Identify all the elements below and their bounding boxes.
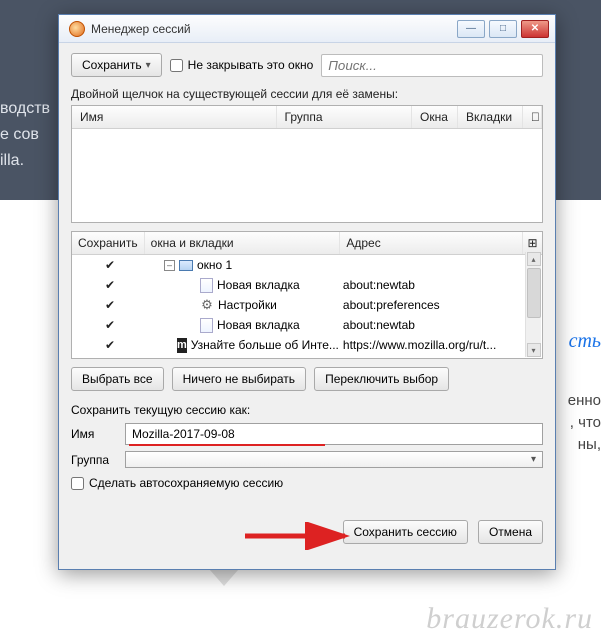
side-text-3: ны, [578,436,601,453]
col-save[interactable]: Сохранить [72,232,145,254]
session-manager-dialog: Менеджер сессий — □ ✕ Сохранить ▾ Не зак… [58,14,556,570]
autosave-checkbox[interactable]: Сделать автосохраняемую сессию [71,476,543,490]
minimize-button[interactable]: — [457,20,485,38]
mozilla-icon: m [177,338,187,353]
sessions-list-header: Имя Группа Окна Вкладки �⃞ [72,106,542,129]
tree-row-tab[interactable]: ✔ m Узнайте больше об Инте... https://ww… [72,335,542,355]
dont-close-label: Не закрывать это окно [188,58,314,72]
autosave-checkbox-input[interactable] [71,477,84,490]
bg-text-1: водств [0,100,50,118]
scroll-down-button[interactable]: ▾ [527,343,541,357]
select-none-button[interactable]: Ничего не выбирать [172,367,306,391]
close-button[interactable]: ✕ [521,20,549,38]
tab-label: Узнайте больше об Инте... [191,338,339,352]
search-input[interactable] [321,54,543,77]
row-checkmark[interactable]: ✔ [74,318,146,332]
chevron-down-icon: ▾ [146,60,151,71]
save-dropdown-button[interactable]: Сохранить ▾ [71,53,162,77]
col-address[interactable]: Адрес [340,232,522,254]
cancel-button[interactable]: Отмена [478,520,543,544]
col-group[interactable]: Группа [277,106,412,128]
group-label: Группа [71,453,117,467]
tab-address: https://www.mozilla.org/ru/t... [339,338,522,352]
col-windows-tabs[interactable]: окна и вкладки [145,232,341,254]
save-session-button[interactable]: Сохранить сессию [343,520,468,544]
cancel-label: Отмена [489,525,532,539]
tree-row-tab[interactable]: ✔ Новая вкладка about:newtab [72,315,542,335]
wt-list-body: ✔ – окно 1 ✔ Новая вкладка [72,255,542,358]
tab-address: about:newtab [339,318,522,332]
group-select[interactable]: ▾ [125,451,543,468]
windows-tabs-list[interactable]: Сохранить окна и вкладки Адрес ⊞ ✔ – окн… [71,231,543,359]
row-checkmark[interactable]: ✔ [74,278,146,292]
tab-label: Новая вкладка [217,278,300,292]
tree-row-tab[interactable]: ✔ Новая вкладка about:newtab [72,275,542,295]
gear-icon: ⚙ [200,298,214,312]
page-icon [200,318,213,333]
autosave-label: Сделать автосохраняемую сессию [89,476,283,490]
col-tabs[interactable]: Вкладки [458,106,522,128]
page-icon [200,278,213,293]
tab-label: Новая вкладка [217,318,300,332]
wt-list-header: Сохранить окна и вкладки Адрес ⊞ [72,232,542,255]
col-picker-icon-2[interactable]: ⊞ [522,232,542,254]
row-checkmark[interactable]: ✔ [74,258,146,272]
scroll-thumb[interactable] [527,268,541,318]
select-all-label: Выбрать все [82,372,153,386]
row-checkmark[interactable]: ✔ [74,338,146,352]
col-name[interactable]: Имя [72,106,277,128]
tab-address: about:newtab [339,278,522,292]
chevron-down-icon: ▾ [531,454,536,465]
sessions-list-body[interactable] [72,129,542,222]
save-dropdown-label: Сохранить [82,58,142,72]
annotation-underline [129,444,325,446]
tree-row-tab[interactable]: ✔ ⚙ Настройки about:preferences [72,295,542,315]
save-session-label: Сохранить сессию [354,525,457,539]
select-all-button[interactable]: Выбрать все [71,367,164,391]
col-windows[interactable]: Окна [412,106,458,128]
session-name-input[interactable] [125,423,543,445]
dont-close-checkbox[interactable]: Не закрывать это окно [170,58,314,72]
sessions-list[interactable]: Имя Группа Окна Вкладки �⃞ [71,105,543,223]
bg-text-3: illa. [0,152,24,170]
titlebar[interactable]: Менеджер сессий — □ ✕ [59,15,555,43]
vertical-scrollbar[interactable]: ▴ ▾ [525,252,541,357]
window-icon [179,260,193,271]
side-text-2: , что [570,414,601,431]
maximize-button[interactable]: □ [489,20,517,38]
select-none-label: Ничего не выбирать [183,372,295,386]
tree-row-window[interactable]: ✔ – окно 1 [72,255,542,275]
replace-hint: Двойной щелчок на существующей сессии дл… [71,87,543,101]
annotation-arrow [241,522,361,550]
bg-text-2: е сов [0,126,39,144]
col-picker-icon[interactable]: �⃞ [522,106,542,128]
tab-label: Настройки [218,298,277,312]
side-text-1: енно [568,392,601,409]
tab-address: about:preferences [339,298,522,312]
scroll-up-button[interactable]: ▴ [527,252,541,266]
name-label: Имя [71,427,117,441]
save-as-label: Сохранить текущую сессию как: [71,403,543,417]
firefox-icon [69,21,85,37]
titlebar-title: Менеджер сессий [91,22,457,36]
row-checkmark[interactable]: ✔ [74,298,146,312]
tree-window-label: окно 1 [197,258,232,272]
watermark: brauzerok.ru [426,602,593,636]
toggle-selection-button[interactable]: Переключить выбор [314,367,449,391]
dont-close-checkbox-input[interactable] [170,59,183,72]
carousel-down-arrow[interactable] [210,570,238,586]
toggle-label: Переключить выбор [325,372,438,386]
side-link[interactable]: сть [569,330,601,353]
tree-collapse-icon[interactable]: – [164,260,175,271]
